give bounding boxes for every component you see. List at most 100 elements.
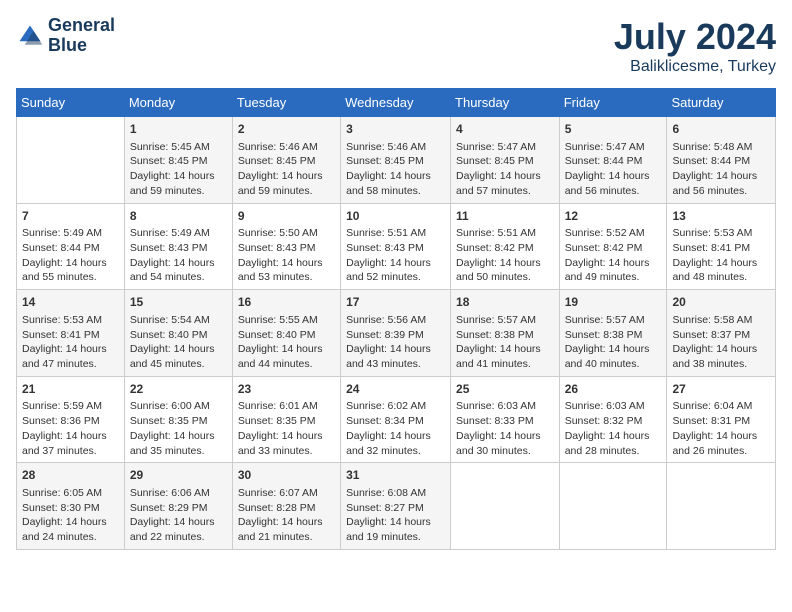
calendar-cell <box>667 463 776 550</box>
day-number: 16 <box>238 294 335 311</box>
calendar-cell: 9Sunrise: 5:50 AMSunset: 8:43 PMDaylight… <box>232 203 340 290</box>
cell-content: Sunrise: 6:07 AMSunset: 8:28 PMDaylight:… <box>238 486 335 545</box>
column-header-monday: Monday <box>124 89 232 117</box>
calendar-cell: 4 Sunrise: 5:47 AMSunset: 8:45 PMDaylight… <box>451 117 560 204</box>
cell-content: Sunrise: 6:05 AMSunset: 8:30 PMDaylight:… <box>22 486 119 545</box>
day-number: 21 <box>22 381 119 398</box>
calendar-cell: 25Sunrise: 6:03 AMSunset: 8:33 PMDayligh… <box>451 376 560 463</box>
calendar-cell: 31 Sunrise: 6:08 AMSunset: 8:27 PMDayligh… <box>341 463 451 550</box>
calendar-cell: 1 Sunrise: 5:45 AMSunset: 8:45 PMDaylight… <box>124 117 232 204</box>
week-row-2: 7Sunrise: 5:49 AMSunset: 8:44 PMDaylight… <box>17 203 776 290</box>
cell-content: Sunrise: 5:48 AMSunset: 8:44 PMDaylight:… <box>672 140 770 199</box>
cell-content: Sunrise: 5:54 AMSunset: 8:40 PMDaylight:… <box>130 313 227 372</box>
calendar-cell: 22Sunrise: 6:00 AMSunset: 8:35 PMDayligh… <box>124 376 232 463</box>
calendar-cell: 6 Sunrise: 5:48 AMSunset: 8:44 PMDaylight… <box>667 117 776 204</box>
day-number: 18 <box>456 294 554 311</box>
calendar-cell: 7Sunrise: 5:49 AMSunset: 8:44 PMDaylight… <box>17 203 125 290</box>
cell-content: Sunrise: 5:49 AMSunset: 8:43 PMDaylight:… <box>130 226 227 285</box>
calendar-cell: 17Sunrise: 5:56 AMSunset: 8:39 PMDayligh… <box>341 290 451 377</box>
calendar-cell: 30Sunrise: 6:07 AMSunset: 8:28 PMDayligh… <box>232 463 340 550</box>
column-header-thursday: Thursday <box>451 89 560 117</box>
calendar-cell: 18 Sunrise: 5:57 AMSunset: 8:38 PMDayligh… <box>451 290 560 377</box>
cell-content: Sunrise: 5:56 AMSunset: 8:39 PMDaylight:… <box>346 313 445 372</box>
cell-content: Sunrise: 6:06 AMSunset: 8:29 PMDaylight:… <box>130 486 227 545</box>
calendar-cell <box>451 463 560 550</box>
calendar-cell: 11Sunrise: 5:51 AMSunset: 8:42 PMDayligh… <box>451 203 560 290</box>
cell-content: Sunrise: 5:51 AMSunset: 8:43 PMDaylight:… <box>346 226 445 285</box>
day-number: 23 <box>238 381 335 398</box>
day-number: 15 <box>130 294 227 311</box>
calendar-cell: 12Sunrise: 5:52 AMSunset: 8:42 PMDayligh… <box>559 203 667 290</box>
calendar-cell: 26Sunrise: 6:03 AMSunset: 8:32 PMDayligh… <box>559 376 667 463</box>
calendar-cell: 27Sunrise: 6:04 AMSunset: 8:31 PMDayligh… <box>667 376 776 463</box>
logo-text: General Blue <box>48 16 115 56</box>
cell-content: Sunrise: 5:47 AMSunset: 8:45 PMDaylight:… <box>456 140 554 199</box>
calendar-cell: 16 Sunrise: 5:55 AMSunset: 8:40 PMDayligh… <box>232 290 340 377</box>
calendar-cell: 3 Sunrise: 5:46 AMSunset: 8:45 PMDaylight… <box>341 117 451 204</box>
cell-content: Sunrise: 6:03 AMSunset: 8:33 PMDaylight:… <box>456 399 554 458</box>
calendar-cell: 21Sunrise: 5:59 AMSunset: 8:36 PMDayligh… <box>17 376 125 463</box>
cell-content: Sunrise: 5:46 AMSunset: 8:45 PMDaylight:… <box>238 140 335 199</box>
calendar-cell <box>17 117 125 204</box>
day-number: 24 <box>346 381 445 398</box>
cell-content: Sunrise: 5:46 AMSunset: 8:45 PMDaylight:… <box>346 140 445 199</box>
column-header-wednesday: Wednesday <box>341 89 451 117</box>
day-number: 26 <box>565 381 662 398</box>
cell-content: Sunrise: 5:57 AMSunset: 8:38 PMDaylight:… <box>565 313 662 372</box>
cell-content: Sunrise: 5:58 AMSunset: 8:37 PMDaylight:… <box>672 313 770 372</box>
week-row-5: 28 Sunrise: 6:05 AMSunset: 8:30 PMDayligh… <box>17 463 776 550</box>
day-number: 4 <box>456 121 554 138</box>
cell-content: Sunrise: 6:03 AMSunset: 8:32 PMDaylight:… <box>565 399 662 458</box>
day-number: 27 <box>672 381 770 398</box>
cell-content: Sunrise: 6:04 AMSunset: 8:31 PMDaylight:… <box>672 399 770 458</box>
day-number: 12 <box>565 208 662 225</box>
calendar-cell: 29Sunrise: 6:06 AMSunset: 8:29 PMDayligh… <box>124 463 232 550</box>
day-number: 8 <box>130 208 227 225</box>
day-number: 25 <box>456 381 554 398</box>
calendar-cell <box>559 463 667 550</box>
title-area: July 2024 Baliklicesme, Turkey <box>614 16 776 76</box>
calendar-cell: 13Sunrise: 5:53 AMSunset: 8:41 PMDayligh… <box>667 203 776 290</box>
cell-content: Sunrise: 6:01 AMSunset: 8:35 PMDaylight:… <box>238 399 335 458</box>
calendar-cell: 14Sunrise: 5:53 AMSunset: 8:41 PMDayligh… <box>17 290 125 377</box>
calendar-cell: 8Sunrise: 5:49 AMSunset: 8:43 PMDaylight… <box>124 203 232 290</box>
cell-content: Sunrise: 5:55 AMSunset: 8:40 PMDaylight:… <box>238 313 335 372</box>
column-header-saturday: Saturday <box>667 89 776 117</box>
day-number: 31 <box>346 467 445 484</box>
calendar-cell: 24Sunrise: 6:02 AMSunset: 8:34 PMDayligh… <box>341 376 451 463</box>
day-number: 2 <box>238 121 335 138</box>
cell-content: Sunrise: 5:50 AMSunset: 8:43 PMDaylight:… <box>238 226 335 285</box>
day-number: 6 <box>672 121 770 138</box>
day-number: 3 <box>346 121 445 138</box>
cell-content: Sunrise: 5:51 AMSunset: 8:42 PMDaylight:… <box>456 226 554 285</box>
calendar-cell: 19Sunrise: 5:57 AMSunset: 8:38 PMDayligh… <box>559 290 667 377</box>
calendar-cell: 2 Sunrise: 5:46 AMSunset: 8:45 PMDaylight… <box>232 117 340 204</box>
day-number: 28 <box>22 467 119 484</box>
calendar-cell: 28 Sunrise: 6:05 AMSunset: 8:30 PMDayligh… <box>17 463 125 550</box>
page-header: General Blue July 2024 Baliklicesme, Tur… <box>16 16 776 76</box>
cell-content: Sunrise: 5:52 AMSunset: 8:42 PMDaylight:… <box>565 226 662 285</box>
day-number: 1 <box>130 121 227 138</box>
day-number: 20 <box>672 294 770 311</box>
calendar-cell: 5Sunrise: 5:47 AMSunset: 8:44 PMDaylight… <box>559 117 667 204</box>
day-number: 7 <box>22 208 119 225</box>
day-number: 13 <box>672 208 770 225</box>
month-title: July 2024 <box>614 16 776 58</box>
day-number: 14 <box>22 294 119 311</box>
column-header-sunday: Sunday <box>17 89 125 117</box>
calendar-cell: 10Sunrise: 5:51 AMSunset: 8:43 PMDayligh… <box>341 203 451 290</box>
calendar-cell: 23Sunrise: 6:01 AMSunset: 8:35 PMDayligh… <box>232 376 340 463</box>
calendar-table: SundayMondayTuesdayWednesdayThursdayFrid… <box>16 88 776 550</box>
day-number: 22 <box>130 381 227 398</box>
cell-content: Sunrise: 6:08 AMSunset: 8:27 PMDaylight:… <box>346 486 445 545</box>
cell-content: Sunrise: 6:00 AMSunset: 8:35 PMDaylight:… <box>130 399 227 458</box>
column-header-tuesday: Tuesday <box>232 89 340 117</box>
cell-content: Sunrise: 5:57 AMSunset: 8:38 PMDaylight:… <box>456 313 554 372</box>
column-header-friday: Friday <box>559 89 667 117</box>
week-row-1: 1 Sunrise: 5:45 AMSunset: 8:45 PMDaylight… <box>17 117 776 204</box>
cell-content: Sunrise: 5:45 AMSunset: 8:45 PMDaylight:… <box>130 140 227 199</box>
logo-icon <box>16 22 44 50</box>
location: Baliklicesme, Turkey <box>614 58 776 76</box>
day-number: 11 <box>456 208 554 225</box>
header-row: SundayMondayTuesdayWednesdayThursdayFrid… <box>17 89 776 117</box>
